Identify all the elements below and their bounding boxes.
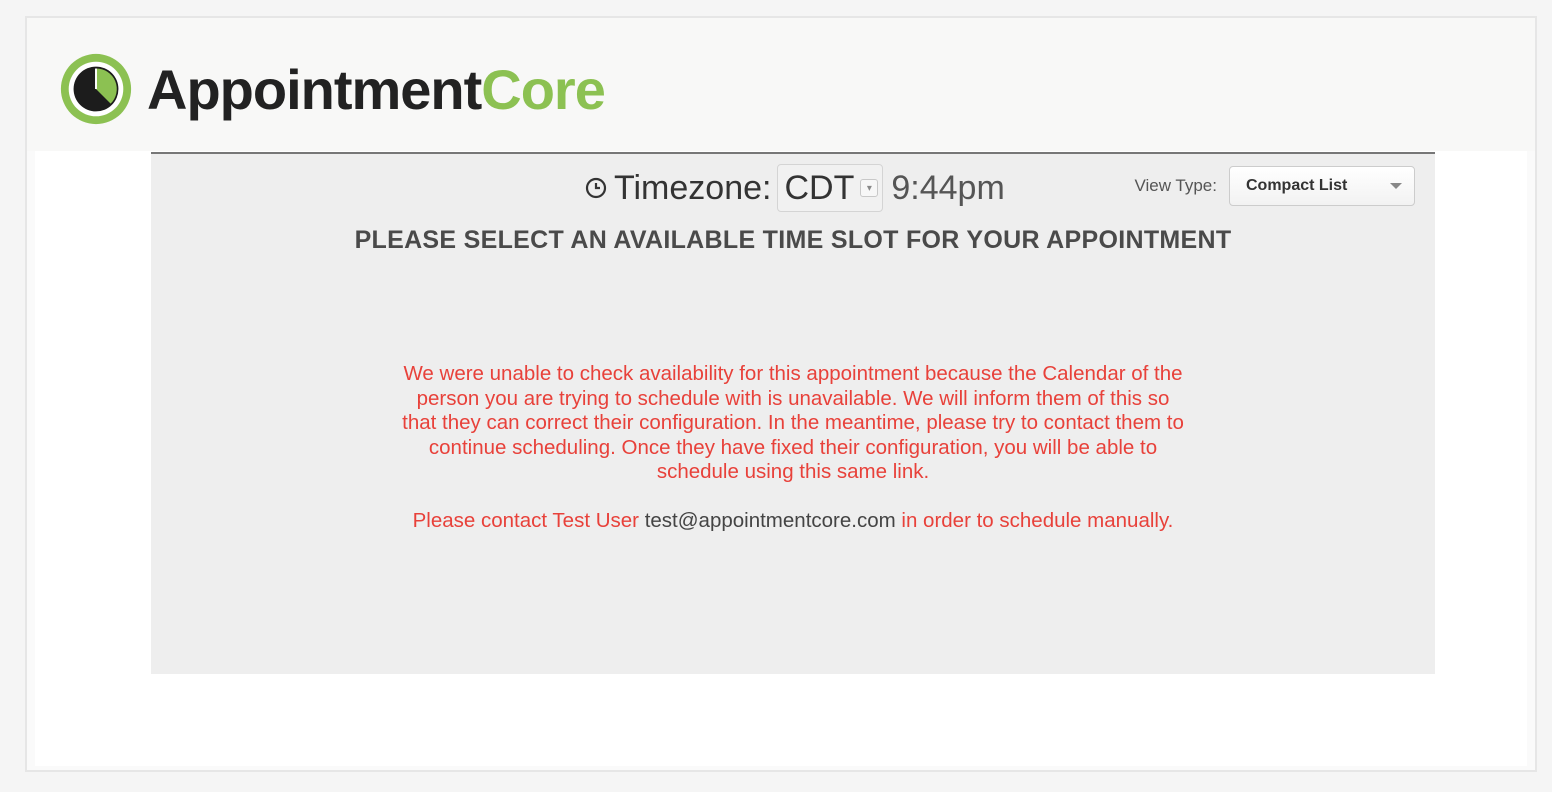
logo-text-primary: Appointment	[147, 57, 482, 121]
error-text: We were unable to check availability for…	[402, 362, 1184, 483]
logo: AppointmentCore	[57, 50, 606, 128]
timezone-bar: Timezone: CDT ▾ 9:44pm	[584, 164, 1005, 212]
view-type-control: View Type: Compact List	[1134, 166, 1415, 206]
view-type-label: View Type:	[1134, 176, 1217, 195]
clock-logo-icon	[60, 53, 132, 125]
page-frame: AppointmentCore Timezone: CDT ▾ 9:44pm V…	[25, 16, 1537, 772]
error-message: We were unable to check availability for…	[401, 362, 1185, 534]
view-type-value: Compact List	[1246, 177, 1348, 194]
page-title: PLEASE SELECT AN AVAILABLE TIME SLOT FOR…	[354, 226, 1232, 254]
timezone-select[interactable]: CDT ▾	[777, 164, 884, 212]
clock-icon	[585, 177, 607, 199]
timezone-value: CDT	[784, 168, 855, 207]
logo-text-accent: Core	[481, 57, 606, 121]
timezone-label: Timezone:	[614, 168, 772, 207]
logo-text: AppointmentCore	[147, 57, 606, 122]
contact-suffix: in order to schedule manually.	[901, 509, 1174, 532]
contact-email-link[interactable]: test@appointmentcore.com	[645, 509, 896, 532]
view-type-select[interactable]: Compact List	[1229, 166, 1415, 206]
content-area: Timezone: CDT ▾ 9:44pm View Type: Compac…	[35, 151, 1527, 766]
contact-text: Please contact Test User test@appointmen…	[401, 509, 1185, 534]
scheduling-panel: Timezone: CDT ▾ 9:44pm View Type: Compac…	[151, 152, 1435, 674]
header: AppointmentCore	[27, 18, 1535, 151]
current-time: 9:44pm	[891, 168, 1005, 207]
chevron-down-icon	[1390, 183, 1402, 189]
chevron-down-icon: ▾	[860, 179, 879, 197]
contact-prefix: Please contact Test User	[412, 509, 639, 532]
